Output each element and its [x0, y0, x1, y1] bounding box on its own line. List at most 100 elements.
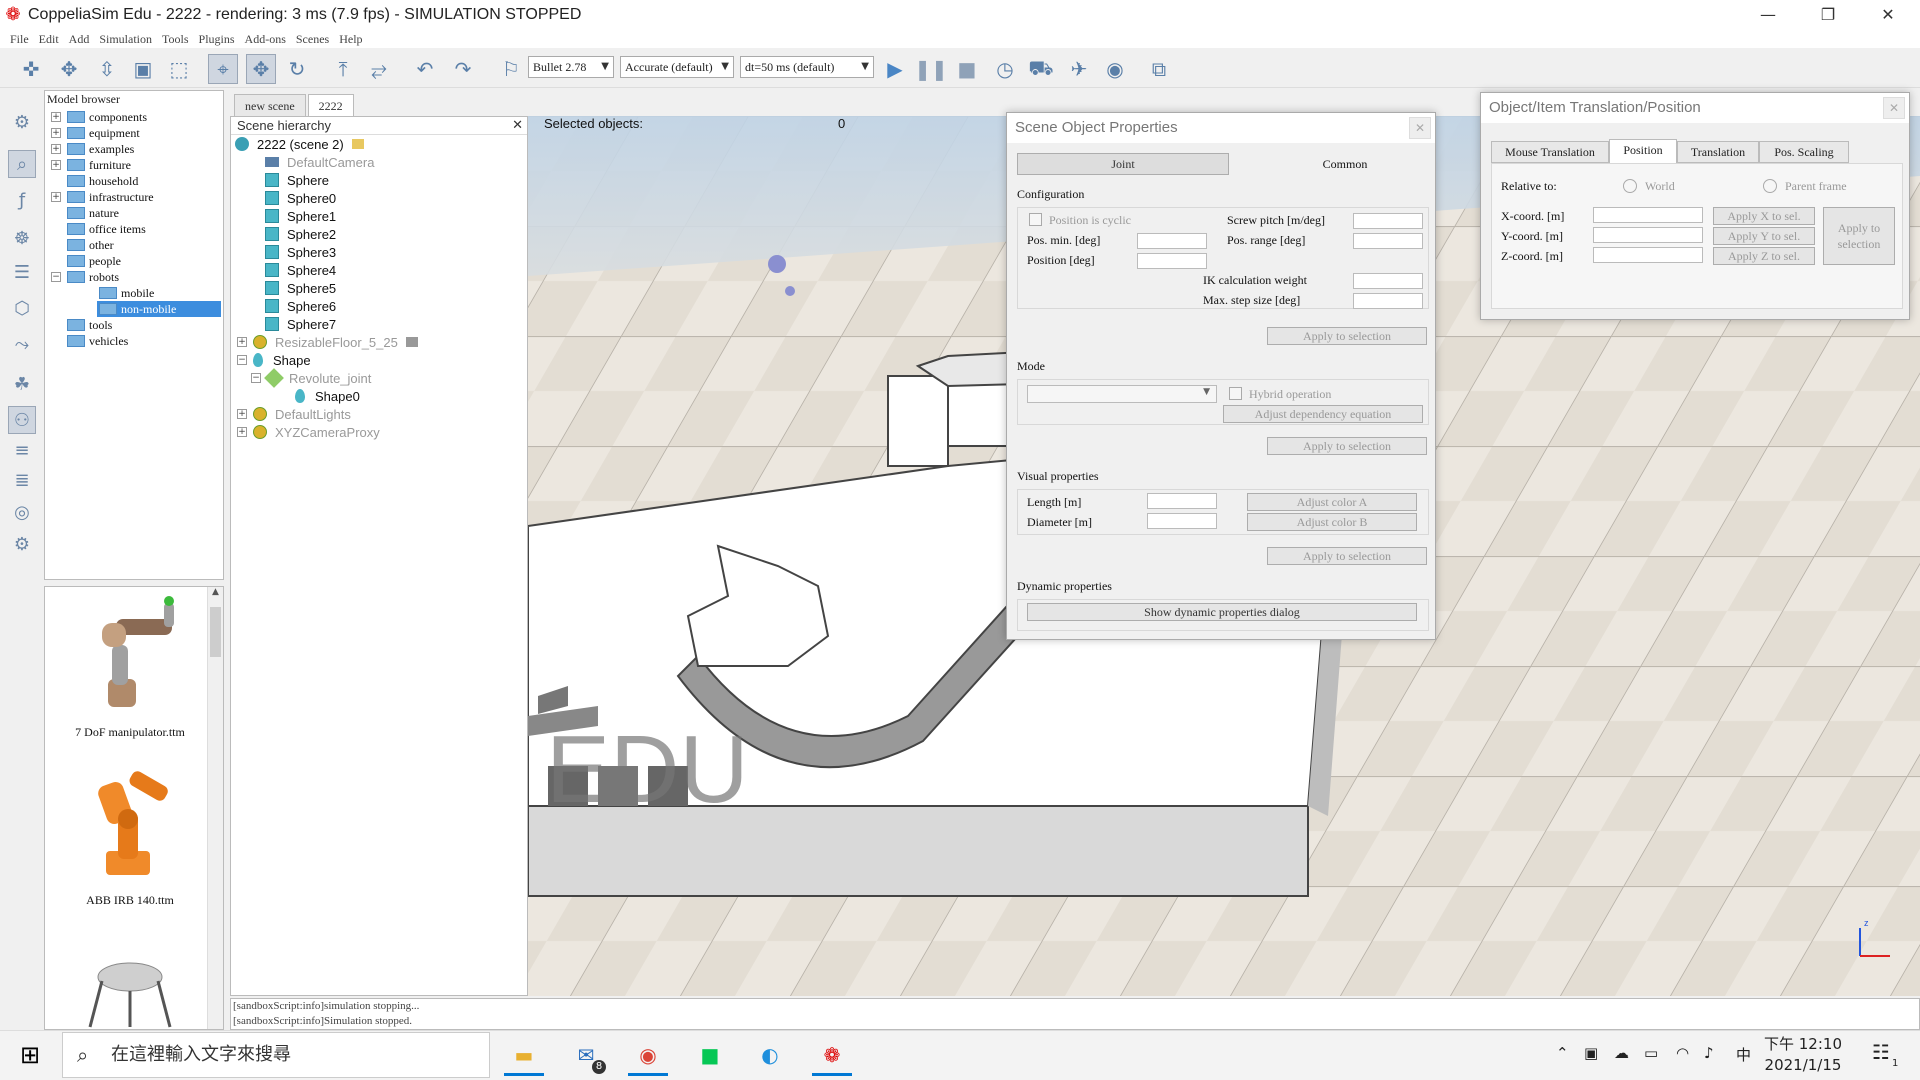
- faster-icon[interactable]: ✈: [1064, 54, 1094, 84]
- tray-chevron-icon[interactable]: ⌃: [1556, 1044, 1569, 1062]
- scene-copy-icon[interactable]: ⧉: [1144, 54, 1174, 84]
- expand-icon[interactable]: +: [237, 409, 247, 419]
- close-icon[interactable]: ✕: [512, 117, 523, 135]
- model-thumbnail-delta[interactable]: [55, 947, 205, 1029]
- tree-item-tools[interactable]: tools: [67, 317, 112, 333]
- mail-icon[interactable]: ✉ 8: [562, 1034, 610, 1076]
- pos-min-field[interactable]: [1137, 233, 1207, 249]
- camera-pan-icon[interactable]: ✜: [16, 54, 46, 84]
- tree-item-other[interactable]: other: [67, 237, 114, 253]
- model-thumbnail-abb-irb-140[interactable]: ABB IRB 140.ttm: [55, 763, 205, 908]
- click-selection-icon[interactable]: ⌖: [208, 54, 238, 84]
- expand-icon[interactable]: +: [51, 144, 61, 154]
- scrollbar-thumb[interactable]: [210, 607, 221, 657]
- taskbar-clock[interactable]: 下午 12:10 2021/1/15: [1764, 1034, 1842, 1076]
- layers-icon[interactable]: ≣: [8, 466, 36, 494]
- onedrive-icon[interactable]: ☁: [1614, 1044, 1629, 1062]
- apply-x-button[interactable]: Apply X to sel.: [1713, 207, 1815, 225]
- coppeliasim-taskbar-icon[interactable]: ❁: [808, 1034, 856, 1076]
- script-icon[interactable]: ☸: [8, 224, 36, 252]
- hierarchy-item-sphere[interactable]: Sphere: [265, 171, 329, 189]
- hierarchy-item-revolute-joint[interactable]: − Revolute_joint: [251, 368, 371, 388]
- scroll-up-icon[interactable]: ▲: [208, 587, 223, 597]
- hierarchy-item-sphere1[interactable]: Sphere1: [265, 207, 336, 225]
- undo-icon[interactable]: ↶: [410, 54, 440, 84]
- path-edit-icon[interactable]: ⤳: [8, 330, 36, 358]
- tree-item-office-items[interactable]: office items: [67, 221, 146, 237]
- y-coord-field[interactable]: [1593, 227, 1703, 243]
- camera-shift-icon[interactable]: ⇳: [92, 54, 122, 84]
- menu-plugins[interactable]: Plugins: [199, 30, 235, 48]
- pos-range-field[interactable]: [1353, 233, 1423, 249]
- notification-icon[interactable]: ☷: [1872, 1040, 1890, 1064]
- adjust-dependency-button[interactable]: Adjust dependency equation: [1223, 405, 1423, 423]
- tree-item-equipment[interactable]: + equipment: [51, 125, 140, 141]
- thumbnails-scrollbar[interactable]: ▲: [207, 587, 223, 1029]
- menu-add[interactable]: Add: [69, 30, 90, 48]
- taskbar-search[interactable]: ⌕ 在這裡輸入文字來搜尋: [62, 1032, 490, 1078]
- transfer-dna-icon[interactable]: ⥂: [364, 54, 394, 84]
- expand-icon[interactable]: +: [51, 192, 61, 202]
- camera-rotate-icon[interactable]: ✥: [54, 54, 84, 84]
- max-step-field[interactable]: [1353, 293, 1423, 309]
- ik-weight-field[interactable]: [1353, 273, 1423, 289]
- collapse-icon[interactable]: −: [251, 373, 261, 383]
- close-icon[interactable]: ✕: [1409, 117, 1431, 139]
- diameter-field[interactable]: [1147, 513, 1217, 529]
- tab-2222[interactable]: 2222: [307, 94, 354, 116]
- file-explorer-icon[interactable]: ▬: [500, 1034, 548, 1076]
- hierarchy-item-sphere7[interactable]: Sphere7: [265, 315, 336, 333]
- tree-item-mobile[interactable]: mobile: [99, 285, 154, 301]
- position-cyclic-checkbox[interactable]: [1029, 213, 1042, 226]
- menu-file[interactable]: File: [10, 30, 29, 48]
- realtime-icon[interactable]: ◷: [990, 54, 1020, 84]
- hierarchy-item-sphere3[interactable]: Sphere3: [265, 243, 336, 261]
- menu-tools[interactable]: Tools: [162, 30, 189, 48]
- menu-addons[interactable]: Add-ons: [245, 30, 286, 48]
- volume-icon[interactable]: ♪: [1704, 1044, 1714, 1062]
- tree-item-infrastructure[interactable]: + infrastructure: [51, 189, 154, 205]
- slower-icon[interactable]: ⛟: [1026, 54, 1056, 84]
- play-icon[interactable]: ▶: [880, 54, 910, 84]
- video-recorder-icon[interactable]: ◎: [8, 498, 36, 526]
- hierarchy-item-sphere4[interactable]: Sphere4: [265, 261, 336, 279]
- tab-position[interactable]: Position: [1609, 139, 1677, 163]
- apply-configuration-button[interactable]: Apply to selection: [1267, 327, 1427, 345]
- assemble-icon[interactable]: ⤒: [328, 54, 358, 84]
- tree-item-furniture[interactable]: + furniture: [51, 157, 131, 173]
- tree-item-robots[interactable]: − robots: [51, 269, 119, 285]
- hierarchy-item-sphere5[interactable]: Sphere5: [265, 279, 336, 297]
- expand-icon[interactable]: +: [237, 427, 247, 437]
- menu-help[interactable]: Help: [339, 30, 362, 48]
- apply-to-selection-button[interactable]: Apply to selection: [1823, 207, 1895, 265]
- tree-item-non-mobile[interactable]: non-mobile: [97, 301, 221, 317]
- tab-joint[interactable]: Joint: [1017, 153, 1229, 175]
- expand-icon[interactable]: +: [51, 112, 61, 122]
- tree-item-components[interactable]: + components: [51, 109, 147, 125]
- hierarchy-item-scene[interactable]: 2222 (scene 2): [235, 135, 364, 153]
- hybrid-operation-checkbox[interactable]: [1229, 387, 1242, 400]
- apply-visual-button[interactable]: Apply to selection: [1267, 547, 1427, 565]
- z-coord-field[interactable]: [1593, 247, 1703, 263]
- length-field[interactable]: [1147, 493, 1217, 509]
- accuracy-select[interactable]: Accurate (default) ▼: [620, 56, 734, 78]
- restore-button[interactable]: ❐: [1800, 0, 1856, 30]
- expand-icon[interactable]: +: [51, 160, 61, 170]
- user-settings-icon[interactable]: ⚙: [8, 530, 36, 558]
- parent-frame-radio[interactable]: [1763, 179, 1777, 193]
- redo-icon[interactable]: ↷: [448, 54, 478, 84]
- apply-z-button[interactable]: Apply Z to sel.: [1713, 247, 1815, 265]
- position-field[interactable]: [1137, 253, 1207, 269]
- camera-angle-icon[interactable]: ▣: [128, 54, 158, 84]
- list-icon[interactable]: ≡: [8, 436, 36, 464]
- tab-pos-scaling[interactable]: Pos. Scaling: [1759, 141, 1849, 163]
- object-rotate-icon[interactable]: ↻: [282, 54, 312, 84]
- hierarchy-item-shape0[interactable]: Shape0: [295, 387, 360, 405]
- function-icon[interactable]: ƒ: [8, 186, 36, 214]
- menu-edit[interactable]: Edit: [39, 30, 59, 48]
- pause-icon[interactable]: ❚❚: [914, 54, 948, 84]
- document-icon[interactable]: ☰: [8, 258, 36, 286]
- x-coord-field[interactable]: [1593, 207, 1703, 223]
- menu-scenes[interactable]: Scenes: [296, 30, 329, 48]
- adjust-color-b-button[interactable]: Adjust color B: [1247, 513, 1417, 531]
